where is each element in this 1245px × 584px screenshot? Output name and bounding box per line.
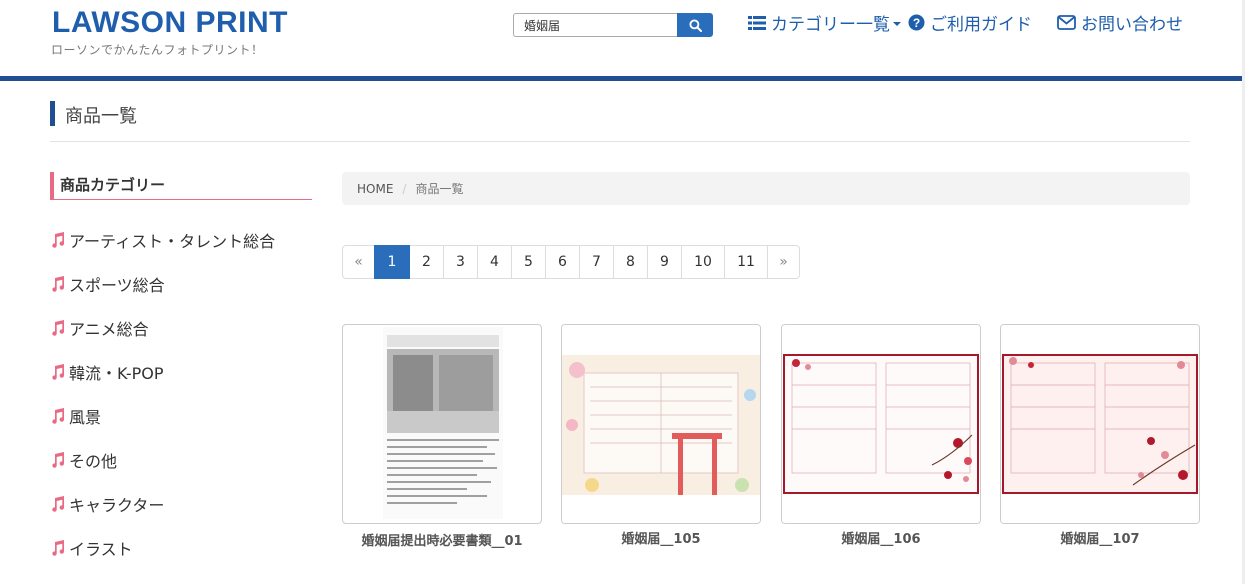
nav-category-label: カテゴリー一覧: [771, 15, 890, 35]
sidebar-category-list: アーティスト・タレント総合 スポーツ総合 アニメ総合 韓流・K-POP 風景 そ…: [50, 218, 312, 570]
music-note-icon: [52, 276, 65, 292]
site-tagline: ローソンでかんたんフォトプリント！: [51, 43, 264, 57]
caret-down-icon: [893, 21, 901, 26]
product-name[interactable]: 婚姻届__105: [561, 528, 761, 547]
sidebar-item-illust[interactable]: イラスト: [50, 526, 312, 570]
title-divider: [50, 141, 1190, 142]
sidebar-item-anime[interactable]: アニメ総合: [50, 306, 312, 350]
sidebar-item-other[interactable]: その他: [50, 438, 312, 482]
product-thumbnail: [1001, 325, 1199, 523]
page-title-accent: [50, 101, 55, 126]
pagination-page-1[interactable]: 1: [374, 245, 410, 279]
header-divider-bar: [0, 76, 1245, 81]
pagination-page-10[interactable]: 10: [681, 245, 725, 279]
music-note-icon: [52, 452, 65, 468]
question-circle-icon: ?: [908, 14, 925, 31]
nav-guide-label: ご利用ガイド: [930, 15, 1032, 35]
product-card-107[interactable]: [1000, 324, 1200, 524]
sidebar-item-sports[interactable]: スポーツ総合: [50, 262, 312, 306]
breadcrumb-separator: /: [402, 181, 407, 196]
site-header: LAWSON PRINT ローソンでかんたんフォトプリント！ カテゴリー一覧 ?…: [0, 0, 1245, 76]
music-note-icon: [52, 540, 65, 556]
sidebar-item-label: イラスト: [69, 540, 133, 559]
sidebar-item-label: アニメ総合: [69, 320, 149, 339]
music-note-icon: [52, 232, 65, 248]
pagination-page-6[interactable]: 6: [545, 245, 580, 279]
product-thumbnail: [782, 325, 980, 523]
music-note-icon: [52, 408, 65, 424]
sidebar-item-label: キャラクター: [69, 496, 165, 515]
search-button[interactable]: [677, 13, 713, 37]
list-icon: [748, 15, 766, 30]
pagination-next[interactable]: »: [767, 245, 800, 279]
envelope-icon: [1057, 15, 1076, 30]
nav-contact-label: お問い合わせ: [1081, 15, 1183, 35]
music-note-icon: [52, 364, 65, 380]
pagination-page-4[interactable]: 4: [477, 245, 512, 279]
breadcrumb: HOME / 商品一覧: [342, 172, 1190, 205]
sidebar-item-label: アーティスト・タレント総合: [69, 232, 276, 251]
sidebar-item-label: 韓流・K-POP: [69, 364, 164, 383]
sidebar-item-artist[interactable]: アーティスト・タレント総合: [50, 218, 312, 262]
pagination-page-8[interactable]: 8: [613, 245, 648, 279]
svg-text:?: ?: [913, 16, 920, 30]
pagination-prev[interactable]: «: [342, 245, 375, 279]
product-name[interactable]: 婚姻届__106: [781, 528, 981, 547]
pagination-page-2[interactable]: 2: [409, 245, 444, 279]
product-thumbnail: [562, 325, 760, 523]
pagination-page-11[interactable]: 11: [724, 245, 768, 279]
music-note-icon: [52, 496, 65, 512]
pagination: « 1 2 3 4 5 6 7 8 9 10 11 »: [342, 245, 800, 279]
sidebar-item-label: その他: [69, 452, 118, 471]
nav-category-menu[interactable]: カテゴリー一覧: [748, 10, 901, 35]
product-card-105[interactable]: [561, 324, 761, 524]
site-logo[interactable]: LAWSON PRINT: [52, 6, 288, 40]
pagination-page-9[interactable]: 9: [647, 245, 682, 279]
pagination-page-5[interactable]: 5: [511, 245, 546, 279]
sidebar-heading: 商品カテゴリー: [50, 172, 312, 200]
breadcrumb-current: 商品一覧: [415, 182, 464, 196]
search-input[interactable]: [513, 13, 677, 37]
product-name[interactable]: 婚姻届提出時必要書類__01: [342, 530, 542, 549]
product-card-106[interactable]: [781, 324, 981, 524]
product-name[interactable]: 婚姻届__107: [1000, 528, 1200, 547]
pagination-page-3[interactable]: 3: [443, 245, 478, 279]
sidebar-item-kpop[interactable]: 韓流・K-POP: [50, 350, 312, 394]
breadcrumb-home-link[interactable]: HOME: [357, 182, 393, 196]
product-thumbnail: [383, 327, 503, 519]
nav-contact-link[interactable]: お問い合わせ: [1057, 10, 1183, 35]
page-title: 商品一覧: [65, 106, 137, 127]
sidebar-item-character[interactable]: キャラクター: [50, 482, 312, 526]
pagination-page-7[interactable]: 7: [579, 245, 614, 279]
product-card-document[interactable]: [342, 324, 542, 524]
search-icon: [688, 18, 702, 32]
music-note-icon: [52, 320, 65, 336]
sidebar-item-scenery[interactable]: 風景: [50, 394, 312, 438]
search-form: [513, 13, 713, 37]
nav-guide-link[interactable]: ? ご利用ガイド: [908, 10, 1032, 35]
sidebar-item-label: スポーツ総合: [69, 276, 165, 295]
sidebar-item-label: 風景: [69, 408, 102, 427]
